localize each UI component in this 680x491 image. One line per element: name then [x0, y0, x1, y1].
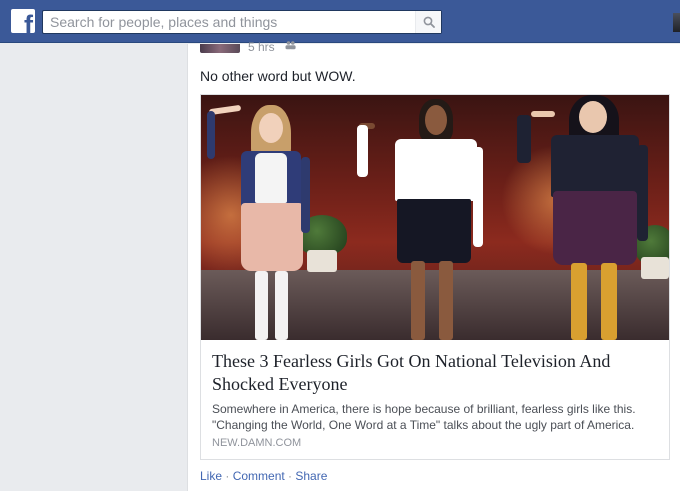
- search-input[interactable]: [43, 11, 415, 33]
- search-box: [42, 10, 442, 34]
- action-separator: ·: [222, 469, 233, 483]
- link-source-domain: NEW.DAMN.COM: [212, 437, 302, 449]
- magnifier-icon: [423, 16, 435, 28]
- share-link[interactable]: Share: [295, 469, 327, 483]
- author-avatar[interactable]: [200, 44, 240, 53]
- search-button[interactable]: [415, 11, 441, 33]
- post-message: No other word but WOW.: [200, 68, 356, 84]
- feed-post: 5 hrs No other word but WOW. These 3 Fea…: [187, 40, 680, 491]
- left-sidebar-area: [0, 44, 186, 491]
- link-info-box[interactable]: These 3 Fearless Girls Got On National T…: [201, 340, 669, 459]
- link-description: Somewhere in America, there is hope beca…: [212, 402, 636, 432]
- post-actions: Like · Comment · Share: [200, 469, 327, 483]
- action-separator: ·: [284, 469, 296, 483]
- friends-audience-icon[interactable]: [285, 41, 296, 50]
- comment-link[interactable]: Comment: [233, 469, 285, 483]
- link-title[interactable]: These 3 Fearless Girls Got On National T…: [212, 350, 660, 396]
- profile-avatar-partial[interactable]: [673, 13, 680, 32]
- like-link[interactable]: Like: [200, 469, 222, 483]
- link-attachment[interactable]: These 3 Fearless Girls Got On National T…: [200, 94, 670, 460]
- link-preview-image[interactable]: [201, 95, 669, 340]
- post-timestamp[interactable]: 5 hrs: [248, 40, 275, 54]
- top-navigation-bar: f: [0, 0, 680, 43]
- facebook-logo-icon[interactable]: f: [11, 9, 35, 33]
